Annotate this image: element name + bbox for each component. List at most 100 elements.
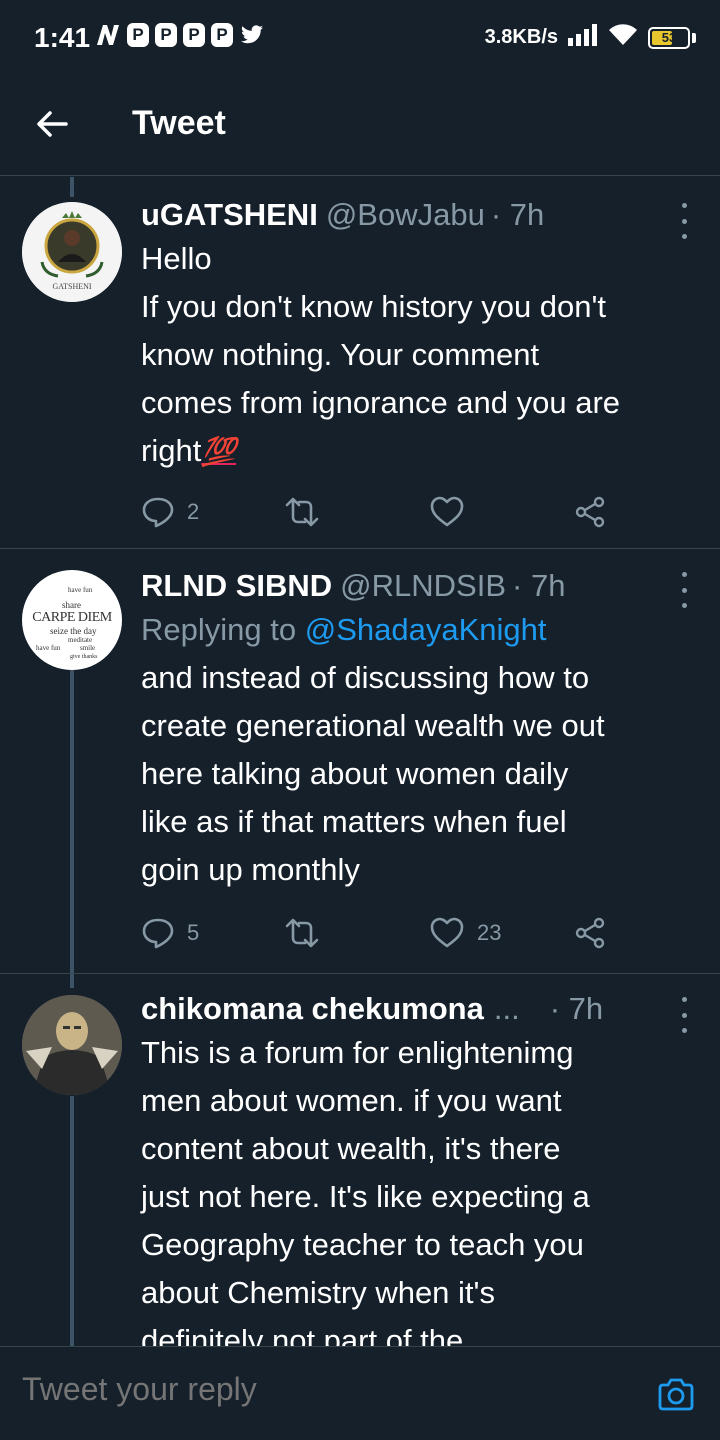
reply-button[interactable]: 5: [141, 916, 199, 950]
avatar[interactable]: have fun share CARPE DIEM seize the day …: [22, 570, 122, 670]
retweet-button[interactable]: [283, 916, 321, 950]
p-icon: P: [155, 23, 177, 47]
share-button[interactable]: [573, 916, 607, 950]
like-button[interactable]: [429, 495, 465, 529]
retweet-icon: [285, 918, 319, 948]
avatar-word: smile: [80, 644, 96, 652]
avatar[interactable]: [22, 995, 122, 1095]
tweet-line-text: right: [141, 433, 202, 468]
reply-button[interactable]: 2: [141, 495, 199, 529]
heart-icon: [430, 917, 464, 948]
tweet-body: chikomana chekumona ... · 7h This is a f…: [141, 989, 701, 1346]
tweet[interactable]: chikomana chekumona ... · 7h This is a f…: [0, 975, 720, 1346]
avatar-word: meditate: [68, 636, 93, 644]
battery-tip: [692, 32, 696, 43]
avatar-caption: GATSHENI: [52, 282, 92, 291]
battery-icon: 53: [648, 26, 690, 49]
avatar-word: share: [62, 600, 81, 610]
notification-icons: P P P P: [95, 22, 265, 48]
tweet-line: know nothing. Your comment: [141, 337, 540, 372]
tweet-line: Hello: [141, 241, 212, 276]
more-options-icon[interactable]: [678, 203, 690, 239]
more-options-icon[interactable]: [678, 997, 690, 1033]
reply-count: 5: [187, 920, 200, 945]
wifi-icon: [608, 24, 638, 51]
handle[interactable]: @RLNDSIB: [340, 566, 506, 606]
retweet-icon: [285, 497, 319, 527]
share-icon: [575, 917, 605, 949]
avatar-word: have fun: [68, 586, 93, 594]
share-button[interactable]: [573, 495, 607, 529]
back-arrow-icon[interactable]: [30, 102, 74, 146]
tweet-actions: 5 23: [141, 916, 621, 956]
avatar[interactable]: GATSHENI: [22, 202, 122, 302]
n-icon: [95, 22, 121, 48]
avatar-art: have fun share CARPE DIEM seize the day …: [22, 570, 122, 670]
tweet-line: This is a forum for enlightenimg: [141, 1035, 574, 1070]
page-title: Tweet: [132, 104, 226, 142]
display-name[interactable]: uGATSHENI: [141, 195, 318, 235]
tweet-body: RLND SIBND @RLNDSIB · 7h Replying to @Sh…: [141, 566, 701, 894]
tweet-body: uGATSHENI @BowJabu · 7h Hello If you don…: [141, 195, 701, 476]
tweet-line: and instead of discussing how to: [141, 660, 590, 695]
display-name[interactable]: chikomana chekumona: [141, 989, 484, 1029]
tweet-header: RLND SIBND @RLNDSIB · 7h: [141, 566, 701, 606]
tweet-line: just not here. It's like expecting a: [141, 1179, 590, 1214]
tweet-line: create generational wealth we out: [141, 708, 605, 743]
tweet-time: · 7h: [549, 991, 604, 1026]
camera-icon[interactable]: [656, 1375, 696, 1415]
tweet-line: about Chemistry when it's: [141, 1275, 495, 1310]
tweet-line: goin up monthly: [141, 852, 360, 887]
handle[interactable]: @BowJabu: [326, 195, 485, 235]
reply-icon: [142, 918, 174, 949]
tweet-text: Hello If you don't know history you don'…: [141, 235, 701, 476]
mention-link[interactable]: @ShadayaKnight: [305, 612, 547, 647]
heart-icon: [430, 496, 464, 527]
reply-icon: [142, 497, 174, 528]
tweet-line: definitely not part of the: [141, 1323, 464, 1346]
p-icon: P: [211, 23, 233, 47]
tweet-text: and instead of discussing how to create …: [141, 654, 701, 894]
status-right: 3.8KB/s 53: [485, 24, 696, 51]
tweet-line: If you don't know history you don't: [141, 289, 607, 324]
signal-icon: [568, 24, 598, 51]
reply-count: 2: [187, 499, 200, 524]
more-options-icon[interactable]: [678, 572, 690, 608]
replying-to: Replying to @ShadayaKnight: [141, 606, 701, 654]
tweet-actions: 2: [141, 495, 621, 535]
reply-composer: [0, 1346, 720, 1440]
avatar-word: seize the day: [50, 626, 97, 636]
status-time: 1:41: [34, 22, 91, 53]
status-bar: 1:41 P P P P 3.8KB/s 53: [0, 0, 720, 72]
like-button[interactable]: 23: [429, 916, 501, 950]
reply-input[interactable]: [22, 1371, 622, 1408]
tweet-line: like as if that matters when fuel: [141, 804, 567, 839]
twitter-bird-icon: [239, 22, 265, 48]
avatar-caption: CARPE DIEM: [32, 610, 112, 625]
tweet-header: uGATSHENI @BowJabu · 7h: [141, 195, 701, 235]
replying-prefix: Replying to: [141, 612, 297, 647]
avatar-word: have fun: [36, 644, 61, 652]
tweet-time: · 7h: [512, 568, 566, 603]
tweet-line: comes from ignorance and you are: [141, 385, 621, 420]
tweet[interactable]: have fun share CARPE DIEM seize the day …: [0, 550, 720, 974]
tweet-line: Geography teacher to teach you: [141, 1227, 584, 1262]
tweet-line: right💯: [141, 427, 701, 476]
share-icon: [575, 496, 605, 528]
tweet[interactable]: GATSHENI uGATSHENI @BowJabu · 7h Hello I…: [0, 177, 720, 549]
battery-level: 53: [661, 30, 677, 45]
avatar-word: give thanks: [70, 654, 98, 660]
hundred-points-emoji: 💯: [201, 436, 237, 467]
tweet-screen: 1:41 P P P P 3.8KB/s 53 Tweet GATSHENI u…: [0, 0, 720, 1440]
retweet-button[interactable]: [283, 495, 321, 529]
p-icon: P: [127, 23, 149, 47]
tweet-text: This is a forum for enlightenimg men abo…: [141, 1029, 701, 1346]
tweet-line: men about women. if you want: [141, 1083, 562, 1118]
tweet-time: · 7h: [490, 197, 545, 232]
top-app-bar: Tweet: [0, 72, 720, 176]
tweet-line: here talking about women daily: [141, 756, 569, 791]
display-name[interactable]: RLND SIBND: [141, 566, 332, 606]
tweet-header: chikomana chekumona ... · 7h: [141, 989, 701, 1029]
p-icon: P: [183, 23, 205, 47]
like-count: 23: [477, 920, 502, 945]
